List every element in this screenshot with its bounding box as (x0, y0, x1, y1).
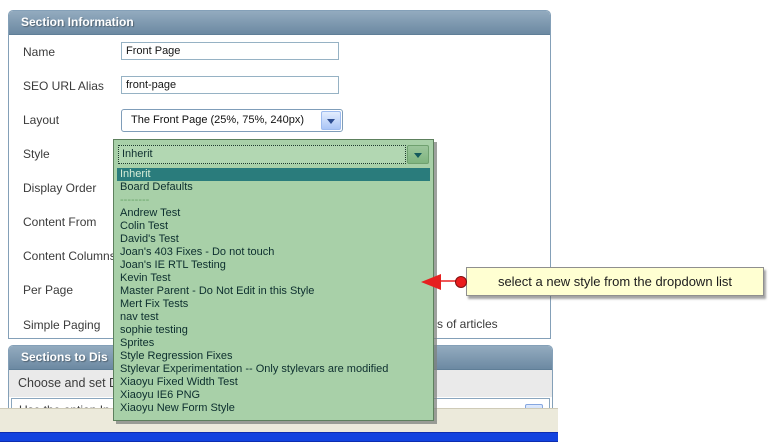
style-option[interactable]: nav test (117, 311, 430, 324)
content-columns-label: Content Columns (23, 249, 116, 263)
annotation-callout: select a new style from the dropdown lis… (466, 267, 764, 296)
layout-select[interactable]: The Front Page (25%, 75%, 240px) (121, 109, 343, 132)
style-option[interactable]: Mert Fix Tests (117, 298, 430, 311)
style-option[interactable]: Xiaoyu IE6 PNG (117, 389, 430, 402)
simple-paging-description-fragment: s of articles (437, 317, 498, 331)
panel-title: Section Information (9, 11, 550, 35)
seo-url-alias-label: SEO URL Alias (23, 79, 104, 93)
seo-url-alias-input[interactable] (121, 76, 339, 94)
annotation-arrow-icon (421, 274, 441, 290)
simple-paging-label: Simple Paging (23, 318, 100, 332)
style-option[interactable]: Master Parent - Do Not Edit in this Styl… (117, 285, 430, 298)
chevron-down-icon (327, 119, 335, 124)
style-option[interactable]: Stylevar Experimentation -- Only styleva… (117, 363, 430, 376)
style-option[interactable]: Kevin Test (117, 272, 430, 285)
style-dropdown-widget: Inherit Inherit Board Defaults -------- … (113, 139, 434, 421)
per-page-label: Per Page (23, 283, 73, 297)
style-select-arrow-button[interactable] (407, 145, 429, 164)
content-from-label: Content From (23, 215, 96, 229)
display-order-label: Display Order (23, 181, 96, 195)
style-option[interactable]: sophie testing (117, 324, 430, 337)
style-select[interactable]: Inherit (118, 145, 429, 164)
style-option[interactable]: Xiaoyu Fixed Width Test (117, 376, 430, 389)
style-option[interactable]: David's Test (117, 233, 430, 246)
style-option[interactable]: Inherit (117, 168, 430, 181)
name-input[interactable] (121, 42, 339, 60)
page: Section Information Name SEO URL Alias L… (0, 0, 769, 442)
style-option[interactable]: Sprites (117, 337, 430, 350)
layout-select-value: The Front Page (25%, 75%, 240px) (131, 110, 304, 130)
layout-select-arrow-button[interactable] (321, 111, 341, 130)
style-option-list: Inherit Board Defaults -------- Andrew T… (117, 168, 430, 415)
layout-label: Layout (23, 113, 59, 127)
style-option[interactable]: Joan's 403 Fixes - Do not touch (117, 246, 430, 259)
style-option[interactable]: Style Regression Fixes (117, 350, 430, 363)
style-option-separator: -------- (117, 194, 430, 207)
style-label: Style (23, 147, 50, 161)
window-border-bar (0, 432, 558, 442)
style-option[interactable]: Xiaoyu New Form Style (117, 402, 430, 415)
style-option[interactable]: Board Defaults (117, 181, 430, 194)
style-option[interactable]: Joan's IE RTL Testing (117, 259, 430, 272)
style-option[interactable]: Andrew Test (117, 207, 430, 220)
chevron-down-icon (414, 153, 422, 158)
name-label: Name (23, 45, 55, 59)
annotation-arrow-dot (455, 276, 467, 288)
style-select-value[interactable]: Inherit (118, 145, 406, 164)
style-option[interactable]: Colin Test (117, 220, 430, 233)
